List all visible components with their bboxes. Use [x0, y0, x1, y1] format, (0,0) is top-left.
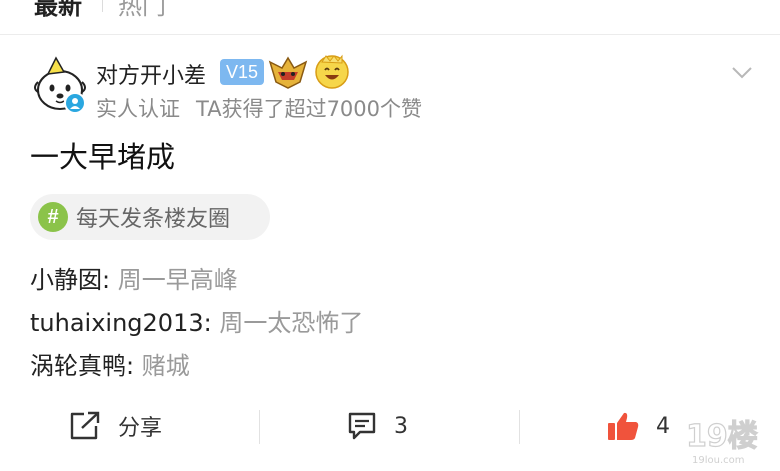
action-bar: 分享 3 4	[0, 400, 780, 456]
tab-divider	[102, 0, 103, 12]
tab-hot[interactable]: 热门	[118, 0, 166, 21]
chevron-down-icon[interactable]	[730, 64, 754, 82]
topic-chip[interactable]: # 每天发条楼友圈	[30, 194, 270, 240]
topic-label: 每天发条楼友圈	[76, 207, 231, 232]
svg-text:19楼: 19楼	[686, 419, 758, 454]
like-button[interactable]: 4	[606, 410, 670, 442]
comment-item[interactable]: tuhaixing2013: 周一太恐怖了	[30, 303, 363, 338]
comment-author[interactable]: 小静囡:	[30, 266, 118, 294]
section-separator	[0, 34, 780, 35]
smiley-medal-icon	[315, 54, 349, 89]
author-name[interactable]: 对方开小差	[96, 58, 206, 90]
comment-text: 周一太恐怖了	[219, 309, 364, 337]
share-button[interactable]: 分享	[68, 410, 162, 442]
action-divider	[519, 410, 520, 444]
share-icon	[70, 411, 100, 440]
action-divider	[259, 410, 260, 444]
site-watermark-logo: 19楼 19lou.com	[685, 418, 758, 466]
comment-text: 赌城	[141, 352, 190, 380]
likes-summary: TA获得了超过7000个赞	[196, 97, 423, 121]
comment-item[interactable]: 涡轮真鸭: 赌城	[30, 346, 190, 381]
comment-author[interactable]: tuhaixing2013:	[30, 309, 219, 337]
comment-text: 周一早高峰	[117, 266, 238, 294]
svg-text:19lou.com: 19lou.com	[692, 455, 745, 466]
verified-icon	[64, 92, 86, 114]
share-label: 分享	[118, 416, 163, 441]
comment-author[interactable]: 涡轮真鸭:	[30, 352, 142, 380]
level-badge: V15	[220, 59, 265, 85]
hashtag-icon: #	[38, 202, 68, 232]
author-meta: 实人认证 TA获得了超过7000个赞	[96, 93, 422, 123]
post-title[interactable]: 一大早堵成	[30, 134, 175, 176]
comment-button[interactable]: 3	[346, 410, 408, 442]
comment-count: 3	[394, 413, 408, 439]
comment-icon	[348, 412, 376, 440]
eagle-medal-icon	[268, 56, 308, 89]
comment-item[interactable]: 小静囡: 周一早高峰	[30, 260, 238, 295]
verification-label: 实人认证	[96, 97, 180, 121]
feed-tabs: 最新 热门	[0, 0, 780, 30]
like-count: 4	[656, 413, 670, 439]
thumbs-up-icon	[608, 412, 639, 440]
tab-latest[interactable]: 最新	[34, 0, 82, 21]
